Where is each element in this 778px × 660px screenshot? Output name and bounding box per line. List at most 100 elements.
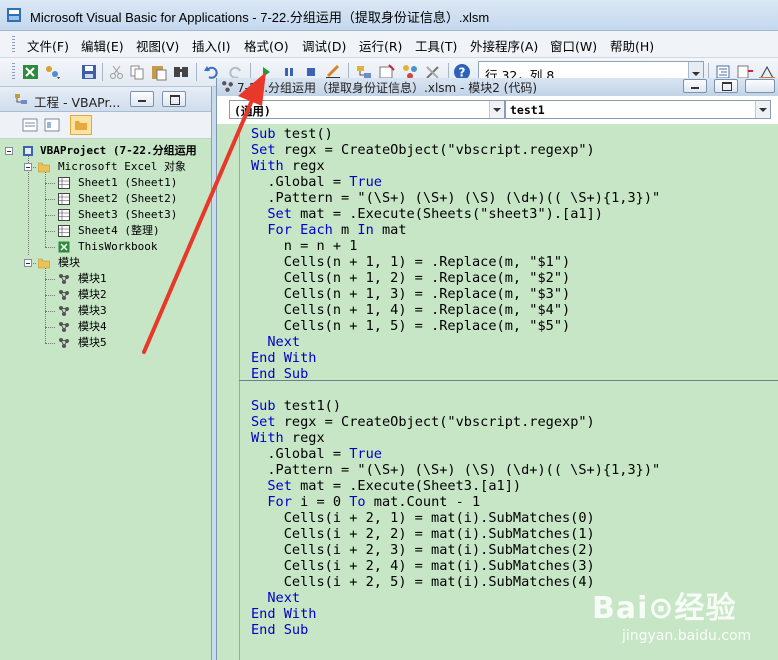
tree-item-module3[interactable]: 模块3: [0, 303, 211, 319]
code-line[interactable]: .Global = True: [251, 446, 382, 462]
menu-help[interactable]: 帮助(H): [610, 36, 654, 55]
code-line[interactable]: End Sub: [251, 366, 308, 382]
code-line[interactable]: .Global = True: [251, 174, 382, 190]
code-line[interactable]: Cells(i + 2, 4) = mat(i).SubMatches(3): [251, 558, 595, 574]
code-line[interactable]: Cells(i + 2, 1) = mat(i).SubMatches(0): [251, 510, 595, 526]
watermark-logo: Bai⊙经验: [592, 591, 737, 626]
chevron-down-icon[interactable]: [755, 101, 770, 118]
code-line[interactable]: Cells(n + 1, 4) = .Replace(m, "$4"): [251, 302, 570, 318]
workbook-icon: [58, 241, 70, 253]
insert-userform-icon[interactable]: [43, 63, 61, 81]
code-editor[interactable]: Sub test() Set regx = CreateObject("vbscr…: [217, 124, 778, 660]
project-explorer-icon: [15, 94, 27, 104]
code-line[interactable]: Sub test(): [251, 126, 333, 142]
toolbar-grip[interactable]: [12, 63, 15, 79]
excel-view-icon[interactable]: [22, 63, 40, 81]
code-line[interactable]: End With: [251, 350, 316, 366]
object-combo-value: (通用): [234, 104, 271, 118]
menu-debug[interactable]: 调试(D): [302, 36, 346, 55]
project-explorer-toolbar: [0, 112, 211, 139]
tree-item-label: 模块5: [78, 336, 107, 349]
object-combo[interactable]: (通用): [229, 100, 505, 119]
tree-item-label: Microsoft Excel 对象: [58, 160, 186, 173]
tree-line: [45, 183, 55, 184]
menu-run[interactable]: 运行(R): [359, 36, 402, 55]
code-window-title-bar: 7-22.分组运用（提取身份证信息）.xlsm - 模块2 (代码): [217, 78, 778, 96]
code-line[interactable]: Next: [251, 590, 300, 606]
tree-item-label: VBAProject (7-22.分组运用: [40, 144, 197, 157]
menu-grip[interactable]: [12, 36, 15, 52]
project-tree: VBAProject (7-22.分组运用 Microsoft Excel 对象…: [0, 139, 211, 660]
menu-window[interactable]: 窗口(W): [550, 36, 597, 55]
code-line[interactable]: Cells(n + 1, 1) = .Replace(m, "$1"): [251, 254, 570, 270]
code-line[interactable]: Set regx = CreateObject("vbscript.regexp…: [251, 414, 595, 430]
tree-item-module4[interactable]: 模块4: [0, 319, 211, 335]
module-icon: [222, 81, 233, 92]
view-object-icon[interactable]: [44, 117, 60, 133]
code-close-button[interactable]: [745, 79, 775, 93]
cut-icon[interactable]: [108, 63, 126, 81]
tree-item-sheet2[interactable]: Sheet2 (Sheet2): [0, 191, 211, 207]
code-line[interactable]: Set mat = .Execute(Sheets("sheet3").[a1]…: [251, 206, 603, 222]
code-line[interactable]: End With: [251, 606, 316, 622]
tree-item-label: 模块4: [78, 320, 107, 333]
procedure-combo[interactable]: test1: [505, 100, 771, 119]
code-line[interactable]: .Pattern = "(\S+) (\S+) (\S) (\d+)(( \S+…: [251, 190, 660, 206]
code-line[interactable]: For i = 0 To mat.Count - 1: [251, 494, 480, 510]
folder-icon: [38, 258, 50, 269]
tree-line: [45, 279, 55, 280]
minimize-button[interactable]: [130, 91, 154, 107]
code-line[interactable]: Set mat = .Execute(Sheet3.[a1]): [251, 478, 521, 494]
tree-item-module5[interactable]: 模块5: [0, 335, 211, 351]
code-line[interactable]: Sub test1(): [251, 398, 341, 414]
code-window-title: 7-22.分组运用（提取身份证信息）.xlsm - 模块2 (代码): [237, 81, 538, 95]
view-code-icon[interactable]: [22, 117, 38, 133]
collapse-toggle[interactable]: [5, 147, 13, 155]
find-icon[interactable]: [172, 63, 190, 81]
code-line[interactable]: Cells(i + 2, 5) = mat(i).SubMatches(4): [251, 574, 595, 590]
toolbar-separator: [196, 63, 197, 81]
procedure-separator: [239, 380, 778, 381]
code-line[interactable]: For Each m In mat: [251, 222, 406, 238]
copy-icon[interactable]: [128, 63, 146, 81]
code-line[interactable]: Next: [251, 334, 300, 350]
code-line[interactable]: With regx: [251, 430, 325, 446]
tree-item-label: ThisWorkbook: [78, 240, 158, 253]
save-icon[interactable]: [80, 63, 98, 81]
code-line[interactable]: Set regx = CreateObject("vbscript.regexp…: [251, 142, 595, 158]
tree-item-sheet1[interactable]: Sheet1 (Sheet1): [0, 175, 211, 191]
maximize-button[interactable]: [162, 91, 186, 107]
code-line[interactable]: .Pattern = "(\S+) (\S+) (\S) (\d+)(( \S+…: [251, 462, 660, 478]
code-line[interactable]: n = n + 1: [251, 238, 358, 254]
toggle-folders-button[interactable]: [70, 115, 92, 135]
tree-item-modules[interactable]: 模块: [0, 255, 211, 271]
code-line[interactable]: End Sub: [251, 622, 308, 638]
code-line[interactable]: Cells(n + 1, 5) = .Replace(m, "$5"): [251, 318, 570, 334]
code-maximize-button[interactable]: [714, 79, 738, 93]
paste-icon[interactable]: [150, 63, 168, 81]
tree-item-sheet3[interactable]: Sheet3 (Sheet3): [0, 207, 211, 223]
code-line[interactable]: Cells(n + 1, 3) = .Replace(m, "$3"): [251, 286, 570, 302]
tree-item-thisworkbook[interactable]: ThisWorkbook: [0, 239, 211, 255]
code-line[interactable]: Cells(n + 1, 2) = .Replace(m, "$2"): [251, 270, 570, 286]
collapse-toggle[interactable]: [24, 259, 32, 267]
tree-item-module2[interactable]: 模块2: [0, 287, 211, 303]
menu-insert[interactable]: 插入(I): [192, 36, 230, 55]
tree-item-module1[interactable]: 模块1: [0, 271, 211, 287]
code-minimize-button[interactable]: [683, 79, 707, 93]
menu-file[interactable]: 文件(F): [27, 36, 69, 55]
tree-item-excel-objects[interactable]: Microsoft Excel 对象: [0, 159, 211, 175]
menu-view[interactable]: 视图(V): [136, 36, 179, 55]
menu-format[interactable]: 格式(O): [244, 36, 289, 55]
collapse-toggle[interactable]: [24, 163, 32, 171]
menu-addins[interactable]: 外接程序(A): [470, 36, 538, 55]
menu-tools[interactable]: 工具(T): [415, 36, 457, 55]
code-margin[interactable]: [217, 124, 240, 660]
tree-item-sheet4[interactable]: Sheet4 (整理): [0, 223, 211, 239]
tree-item-vbaproject[interactable]: VBAProject (7-22.分组运用: [0, 143, 211, 159]
code-line[interactable]: Cells(i + 2, 3) = mat(i).SubMatches(2): [251, 542, 595, 558]
menu-edit[interactable]: 编辑(E): [81, 36, 124, 55]
code-line[interactable]: With regx: [251, 158, 325, 174]
code-line[interactable]: Cells(i + 2, 2) = mat(i).SubMatches(1): [251, 526, 595, 542]
chevron-down-icon[interactable]: [489, 101, 504, 118]
